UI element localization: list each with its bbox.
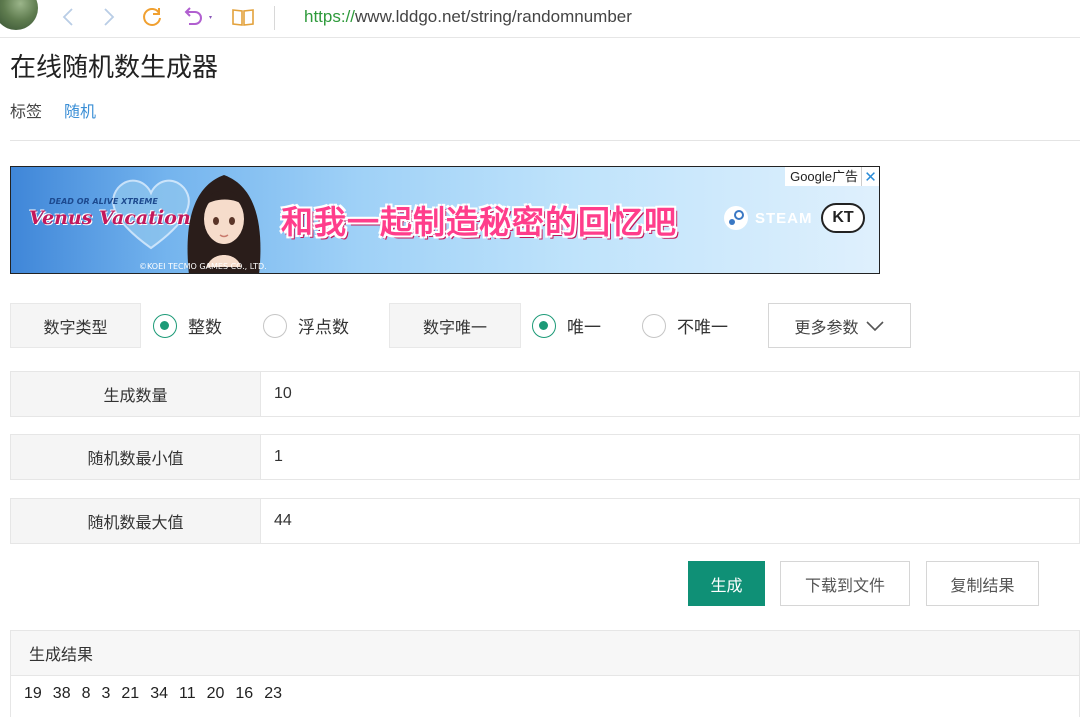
max-label: 随机数最大值: [11, 499, 261, 543]
count-field-row: 生成数量: [10, 371, 1080, 417]
radio-float-label: 浮点数: [298, 318, 349, 338]
result-number: 3: [101, 685, 111, 702]
results-list[interactable]: 19 38 8 3 21 34 11 20 16 23: [11, 676, 1079, 703]
radio-unique-label: 唯一: [567, 318, 601, 338]
ad-badge-label[interactable]: Google广告: [785, 167, 861, 186]
refresh-icon[interactable]: [141, 6, 163, 28]
more-params-button[interactable]: 更多参数: [768, 303, 911, 348]
address-bar[interactable]: https://www.lddgo.net/string/randomnumbe…: [304, 7, 632, 27]
radio-float[interactable]: 浮点数: [263, 303, 349, 348]
header-divider: [10, 140, 1080, 141]
radio-float-circle[interactable]: [263, 313, 287, 338]
toolbar-separator: [274, 6, 275, 30]
max-input[interactable]: [261, 499, 1079, 543]
result-number: 16: [235, 685, 254, 702]
min-label: 随机数最小值: [11, 435, 261, 479]
radio-unique[interactable]: 唯一: [532, 303, 601, 348]
reader-mode-icon[interactable]: [230, 6, 256, 28]
ad-banner[interactable]: DEAD OR ALIVE XTREME Venus Vacation ©KOE…: [10, 166, 880, 274]
min-field-row: 随机数最小值: [10, 434, 1080, 480]
ad-copyright: ©KOEI TECMO GAMES CO., LTD.: [139, 262, 267, 271]
ad-kt-logo: KT: [821, 203, 865, 233]
steam-icon: [724, 206, 748, 230]
result-number: 8: [81, 685, 91, 702]
radio-not-unique-circle[interactable]: [642, 313, 666, 338]
url-protocol: https://: [304, 7, 356, 26]
browser-toolbar: https://www.lddgo.net/string/randomnumbe…: [0, 0, 1080, 38]
forward-icon[interactable]: [98, 6, 120, 28]
result-number: 19: [24, 685, 42, 702]
count-input[interactable]: [261, 372, 1079, 416]
profile-avatar[interactable]: [0, 0, 38, 30]
tags-row: 标签 随机: [10, 98, 96, 122]
results-title: 生成结果: [11, 631, 1079, 676]
tag-link-random[interactable]: 随机: [64, 98, 96, 122]
character-portrait: [187, 175, 261, 273]
url-path: www.lddgo.net/string/randomnumber: [355, 7, 632, 26]
close-icon[interactable]: ✕: [861, 167, 879, 186]
ad-badge: Google广告 ✕: [785, 167, 879, 186]
radio-integer[interactable]: 整数: [153, 303, 222, 348]
result-number: 38: [52, 685, 71, 702]
radio-integer-circle[interactable]: [153, 313, 177, 338]
ad-logo-subtitle: DEAD OR ALIVE XTREME: [49, 197, 158, 206]
page-title: 在线随机数生成器: [10, 53, 219, 83]
count-label: 生成数量: [11, 372, 261, 416]
options-row: 数字类型 整数 浮点数 数字唯一 唯一 不唯一 更多参数: [0, 303, 1080, 348]
copy-button[interactable]: 复制结果: [926, 561, 1039, 606]
undo-history-icon[interactable]: [181, 6, 215, 28]
unique-label: 数字唯一: [389, 303, 521, 348]
radio-not-unique[interactable]: 不唯一: [642, 303, 728, 348]
max-field-row: 随机数最大值: [10, 498, 1080, 544]
result-number: 11: [179, 685, 196, 702]
chevron-down-icon: [865, 320, 884, 331]
ad-steam-logo: STEAM: [723, 205, 813, 231]
tags-label: 标签: [10, 102, 43, 121]
generate-button[interactable]: 生成: [688, 561, 765, 606]
result-number: 21: [121, 685, 140, 702]
back-icon[interactable]: [57, 6, 79, 28]
result-number: 34: [150, 685, 168, 702]
ad-steam-text: STEAM: [755, 209, 813, 227]
radio-integer-label: 整数: [188, 318, 222, 338]
min-input[interactable]: [261, 435, 1079, 479]
download-button[interactable]: 下载到文件: [780, 561, 910, 606]
ad-slogan: 和我一起制造秘密的回忆吧: [281, 203, 678, 241]
more-params-label: 更多参数: [794, 317, 859, 337]
ad-logo: Venus Vacation: [29, 207, 191, 229]
result-number: 20: [206, 685, 225, 702]
radio-unique-circle[interactable]: [532, 313, 556, 338]
radio-not-unique-label: 不唯一: [677, 318, 728, 338]
results-panel: 生成结果 19 38 8 3 21 34 11 20 16 23: [10, 630, 1080, 717]
result-number: 23: [264, 685, 282, 702]
number-type-label: 数字类型: [10, 303, 141, 348]
